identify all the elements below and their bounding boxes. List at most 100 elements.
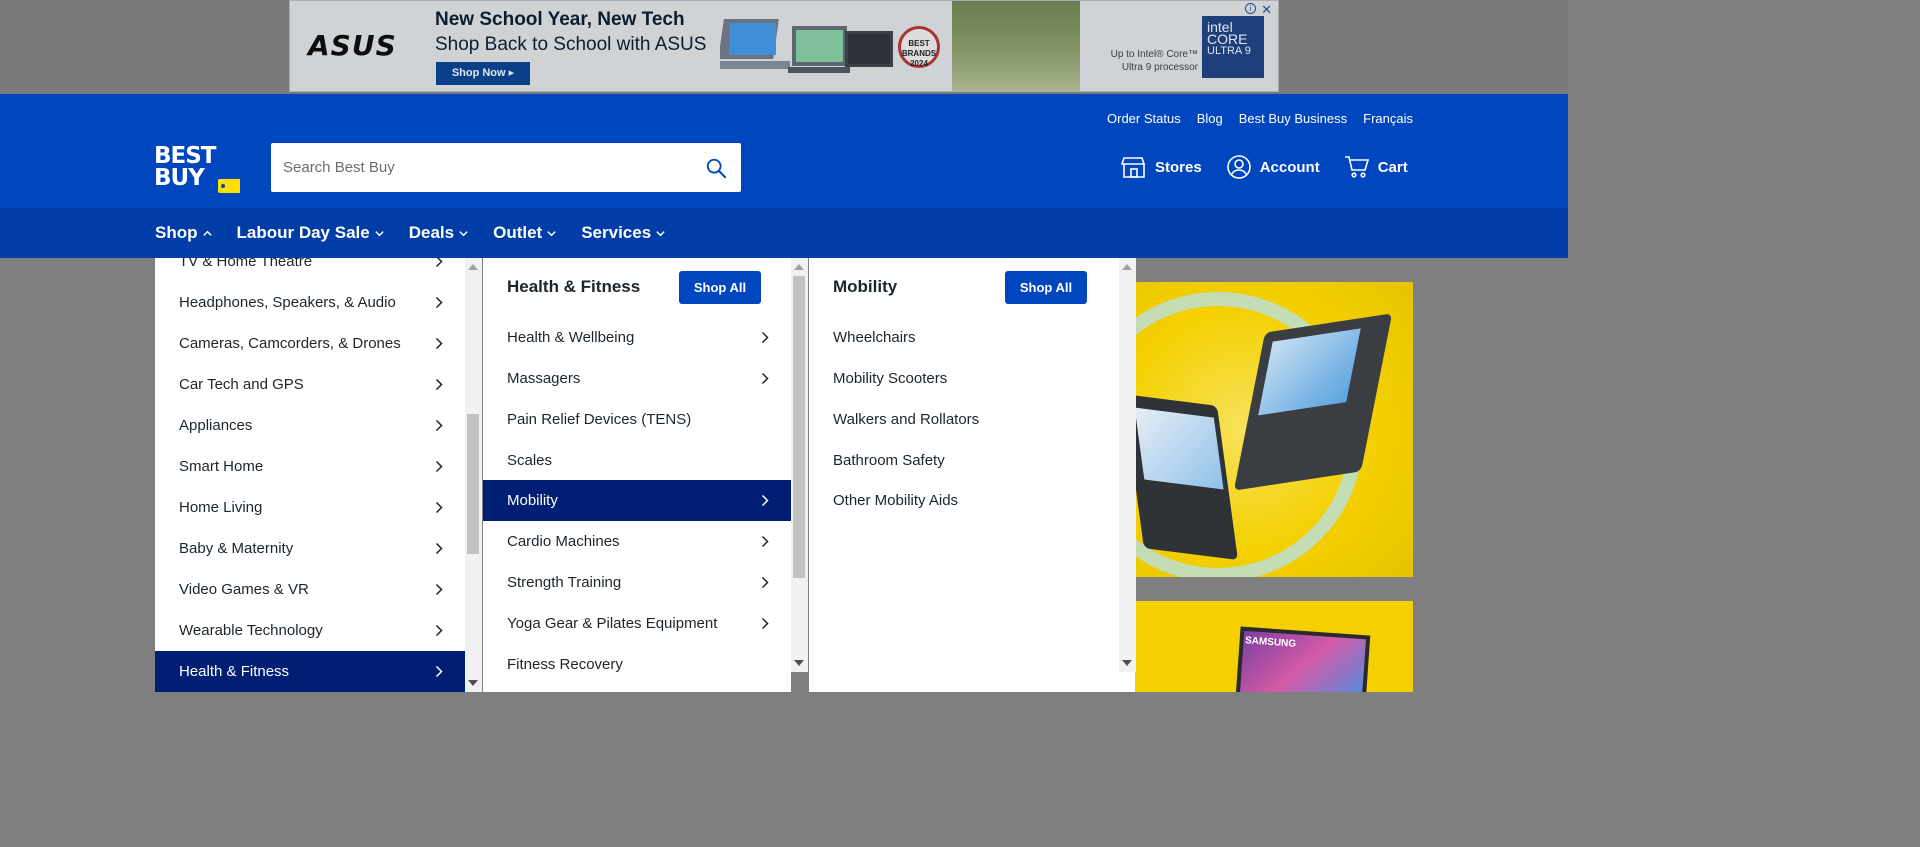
category-item[interactable]: Headphones, Speakers, & Audio	[155, 282, 465, 323]
subcategory-label: Mobility	[507, 492, 558, 509]
chevron-right-icon	[761, 494, 769, 507]
scroll-down-icon[interactable]	[794, 660, 804, 666]
category-item[interactable]: TV & Home Theatre	[155, 258, 465, 282]
subcategory-item[interactable]: Cardio Machines	[483, 521, 791, 562]
category-item[interactable]: Wearable Technology	[155, 610, 465, 651]
category-label: Car Tech and GPS	[179, 376, 304, 393]
subcategory-label: Fitness Recovery	[507, 656, 623, 673]
order-status-link[interactable]: Order Status	[1107, 111, 1181, 126]
ad-best-brands-badge: BEST BRANDS 2024	[898, 26, 940, 68]
category-item[interactable]: Car Tech and GPS	[155, 364, 465, 405]
scroll-thumb[interactable]	[467, 414, 479, 554]
chevron-right-icon	[435, 624, 443, 637]
ad-brand-logo: ASUS	[308, 29, 397, 62]
blog-link[interactable]: Blog	[1197, 111, 1223, 126]
subcategory-item[interactable]: Massagers	[483, 358, 791, 399]
detail-item[interactable]: Walkers and Rollators	[809, 399, 1119, 440]
category-item[interactable]: Baby & Maternity	[155, 528, 465, 569]
cart-button[interactable]: Cart	[1344, 154, 1408, 180]
nav-deals[interactable]: Deals	[409, 223, 469, 243]
detail-label: Wheelchairs	[833, 329, 916, 346]
category-item[interactable]: Smart Home	[155, 446, 465, 487]
francais-link[interactable]: Français	[1363, 111, 1413, 126]
category-item[interactable]: Video Games & VR	[155, 569, 465, 610]
search-input[interactable]	[283, 143, 693, 192]
category-label: Smart Home	[179, 458, 264, 475]
best-buy-logo[interactable]: BEST BUY	[154, 145, 240, 195]
detail-item[interactable]: Bathroom Safety	[809, 440, 1119, 481]
subcategory-header: Health & Fitness Shop All	[507, 270, 761, 304]
detail-item[interactable]: Wheelchairs	[809, 317, 1119, 358]
ad-info-icon[interactable]: i	[1245, 3, 1256, 14]
main-nav: Shop Labour Day Sale Deals Outlet Servic…	[0, 208, 1568, 258]
subcategory-item[interactable]: Health & Wellbeing	[483, 317, 791, 358]
subcategory-item[interactable]: Yoga Gear & Pilates Equipment	[483, 603, 791, 644]
detail-label: Mobility Scooters	[833, 370, 948, 387]
nav-deals-label: Deals	[408, 223, 455, 242]
chevron-down-icon	[656, 230, 665, 236]
category-label: Wearable Technology	[179, 622, 323, 639]
ad-subtitle: Shop Back to School with ASUS	[435, 34, 707, 55]
shop-all-button[interactable]: Shop All	[679, 270, 761, 304]
category-scrollbar[interactable]	[465, 258, 482, 692]
subcategory-item-active[interactable]: Mobility	[483, 480, 791, 521]
nav-services[interactable]: Services	[581, 223, 666, 243]
ad-laptops-image	[720, 19, 893, 73]
scroll-up-icon[interactable]	[1122, 264, 1132, 270]
ad-processor-line1: Up to Intel® Core™	[1110, 49, 1198, 60]
detail-label: Walkers and Rollators	[833, 411, 980, 428]
best-buy-business-link[interactable]: Best Buy Business	[1239, 111, 1347, 126]
search-icon[interactable]	[705, 157, 727, 179]
chevron-down-icon	[459, 230, 468, 236]
chevron-right-icon	[435, 501, 443, 514]
detail-header: Mobility Shop All	[833, 270, 1087, 304]
subcategory-scrollbar[interactable]	[791, 258, 808, 672]
category-item[interactable]: Appliances	[155, 405, 465, 446]
intel-logo-text: intel CORE	[1207, 19, 1248, 47]
chevron-right-icon	[435, 258, 443, 268]
nav-labour-day-sale[interactable]: Labour Day Sale	[237, 223, 385, 243]
ad-close-icon[interactable]: ✕	[1261, 2, 1272, 18]
site-header: Order Status Blog Best Buy Business Fran…	[0, 94, 1568, 208]
scroll-down-icon[interactable]	[1122, 660, 1132, 666]
chevron-down-icon	[375, 230, 384, 236]
nav-outlet[interactable]: Outlet	[493, 223, 557, 243]
category-item[interactable]: Home Living	[155, 487, 465, 528]
chevron-right-icon	[761, 535, 769, 548]
subcategory-label: Yoga Gear & Pilates Equipment	[507, 615, 718, 632]
header-actions: Stores Account Cart	[1121, 154, 1408, 180]
ad-banner[interactable]: ASUS New School Year, New Tech Shop Back…	[289, 0, 1279, 92]
category-list: TV & Home Theatre Headphones, Speakers, …	[155, 258, 465, 692]
category-label: Appliances	[179, 417, 253, 434]
scroll-down-icon[interactable]	[468, 680, 478, 686]
scroll-up-icon[interactable]	[468, 264, 478, 270]
search-bar	[271, 143, 741, 192]
nav-shop[interactable]: Shop	[155, 223, 213, 243]
ad-shop-now-button[interactable]: Shop Now ▸	[436, 62, 530, 85]
detail-item[interactable]: Other Mobility Aids	[809, 480, 1119, 521]
detail-label: Other Mobility Aids	[833, 492, 959, 509]
promo-laptops-tile[interactable]	[1133, 282, 1413, 577]
stores-button[interactable]: Stores	[1121, 154, 1202, 180]
category-label: TV & Home Theatre	[179, 258, 313, 270]
chevron-right-icon	[761, 331, 769, 344]
category-item[interactable]: Cameras, Camcorders, & Drones	[155, 323, 465, 364]
account-button[interactable]: Account	[1226, 154, 1320, 180]
chevron-right-icon	[435, 337, 443, 350]
chevron-right-icon	[435, 583, 443, 596]
category-label: Video Games & VR	[179, 581, 309, 598]
category-item-active[interactable]: Health & Fitness	[155, 651, 465, 692]
subcategory-item[interactable]: Pain Relief Devices (TENS)	[483, 399, 791, 440]
category-label: Health & Fitness	[179, 663, 290, 680]
nav-labour-day-sale-label: Labour Day Sale	[236, 223, 370, 242]
subcategory-item[interactable]: Scales	[483, 440, 791, 481]
detail-scrollbar[interactable]	[1119, 258, 1136, 672]
scroll-up-icon[interactable]	[794, 264, 804, 270]
scroll-thumb[interactable]	[793, 276, 805, 578]
subcategory-item[interactable]: Fitness Recovery	[483, 644, 791, 685]
promo-tv-tile[interactable]: SAMSUNG	[1133, 601, 1413, 692]
store-icon	[1121, 157, 1146, 178]
detail-item[interactable]: Mobility Scooters	[809, 358, 1119, 399]
shop-all-button[interactable]: Shop All	[1005, 270, 1087, 304]
subcategory-item[interactable]: Strength Training	[483, 562, 791, 603]
